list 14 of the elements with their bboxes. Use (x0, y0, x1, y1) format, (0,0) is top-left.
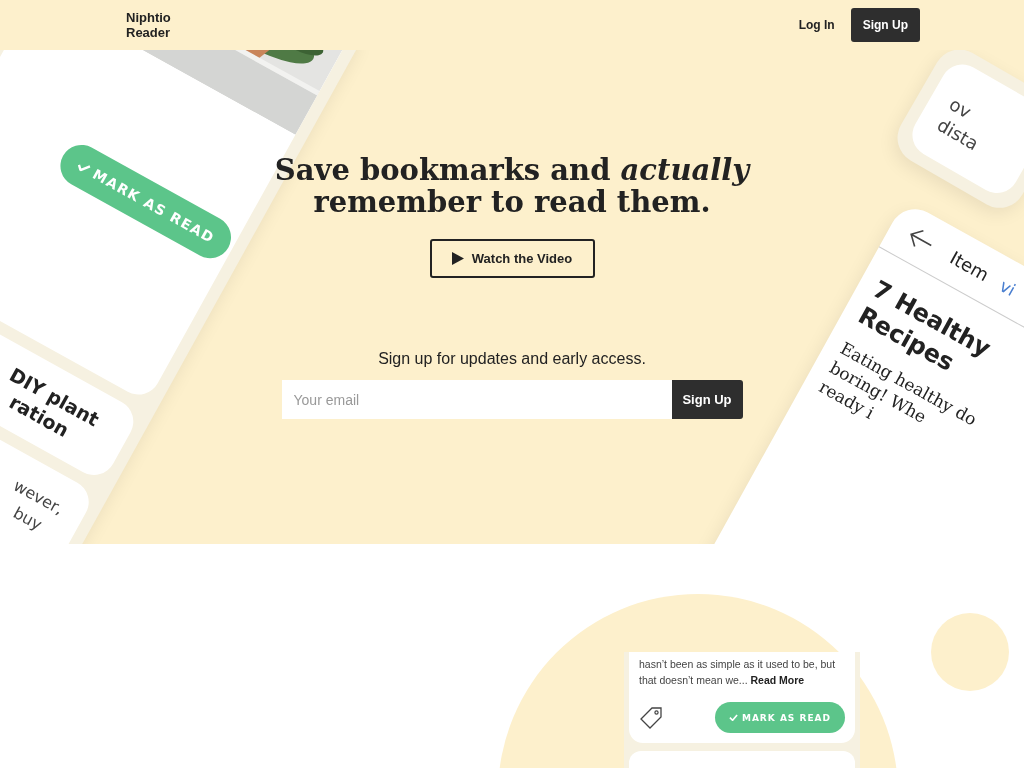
tag-icon[interactable] (639, 705, 663, 730)
hero-title: Save bookmarks and actually remember to read them. (274, 154, 750, 218)
email-field[interactable]: Your email (281, 380, 672, 419)
watch-video-button[interactable]: Watch the Video (429, 239, 595, 278)
signup-prompt: Sign up for updates and early access. (378, 350, 646, 368)
login-link[interactable]: Log In (798, 12, 835, 38)
article-excerpt: hasn’t been as simple as it used to be, but that doesn’t mean we... Read More (639, 657, 837, 688)
check-icon (728, 713, 738, 722)
signup-submit-button[interactable]: Sign Up (671, 380, 743, 419)
play-icon (451, 252, 464, 265)
signup-button[interactable]: Sign Up (850, 8, 920, 42)
screen-title: Item (946, 246, 993, 286)
source-link[interactable]: vi (996, 275, 1020, 300)
logo[interactable]: Niphtio Reader (126, 10, 186, 40)
